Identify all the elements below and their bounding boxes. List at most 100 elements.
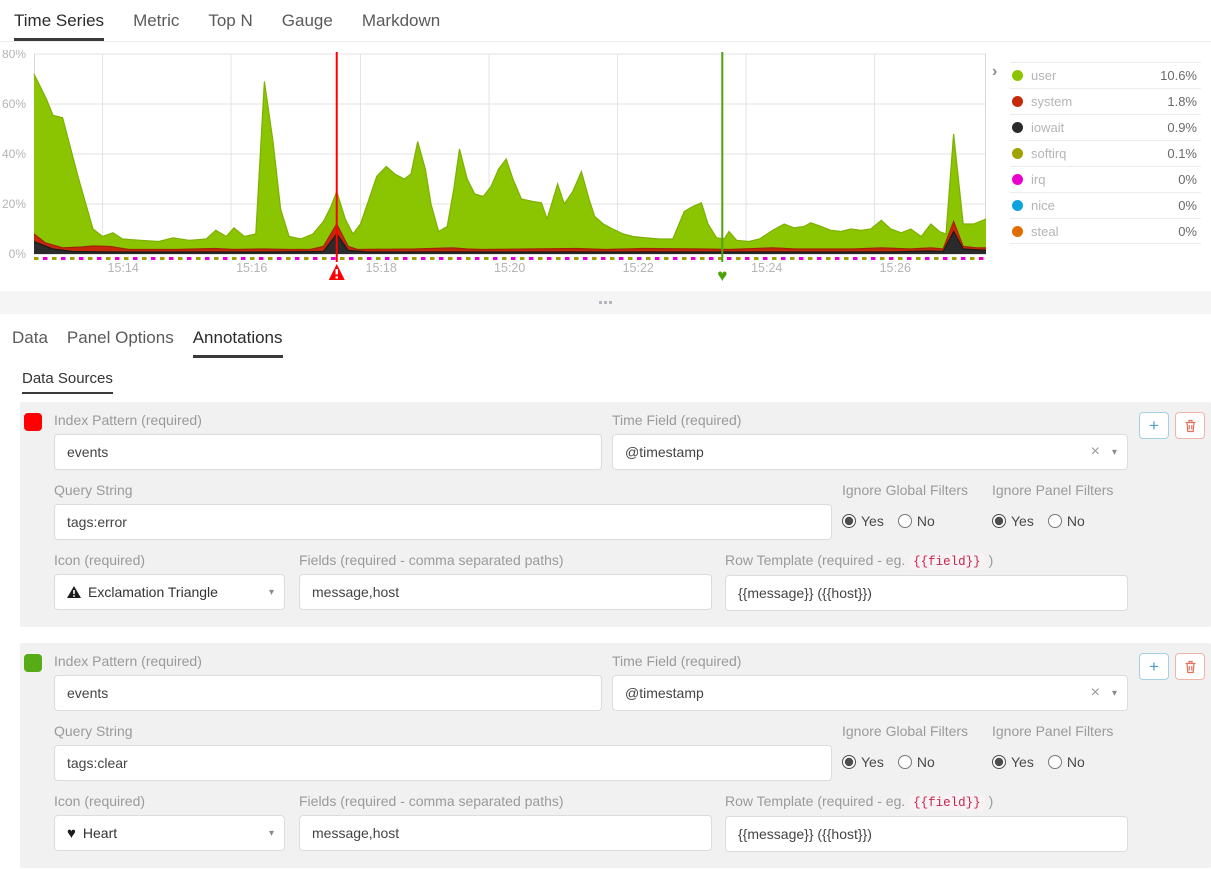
row-template-input[interactable] bbox=[725, 816, 1128, 852]
ignore-global-no-radio[interactable]: No bbox=[898, 513, 935, 529]
chevron-down-icon[interactable]: ▾ bbox=[1112, 688, 1117, 699]
series-value: 0% bbox=[1178, 198, 1201, 213]
index-pattern-label: Index Pattern (required) bbox=[54, 653, 602, 669]
tab-annotations[interactable]: Annotations bbox=[193, 328, 283, 358]
fields-label: Fields (required - comma separated paths… bbox=[299, 552, 712, 568]
row-template-code-sample: {{field}} bbox=[909, 795, 985, 811]
radio-label: Yes bbox=[1011, 754, 1034, 770]
svg-text:40%: 40% bbox=[2, 147, 26, 161]
legend-item-user[interactable]: user 10.6% bbox=[1010, 62, 1201, 88]
legend-item-irq[interactable]: irq 0% bbox=[1010, 166, 1201, 192]
legend-item-steal[interactable]: steal 0% bbox=[1010, 218, 1201, 244]
series-value: 0% bbox=[1178, 172, 1201, 187]
ignore-panel-no-radio[interactable]: No bbox=[1048, 754, 1085, 770]
time-field-label: Time Field (required) bbox=[612, 412, 1128, 428]
query-string-label: Query String bbox=[54, 723, 832, 739]
series-color-dot bbox=[1012, 122, 1023, 133]
index-pattern-label: Index Pattern (required) bbox=[54, 412, 602, 428]
series-name: iowait bbox=[1031, 120, 1064, 135]
ignore-global-yes-radio[interactable]: Yes bbox=[842, 754, 884, 770]
series-value: 1.8% bbox=[1167, 94, 1201, 109]
tab-data[interactable]: Data bbox=[12, 328, 48, 358]
heart-icon: ♥ bbox=[67, 826, 76, 841]
annotation-card-error: Index Pattern (required) Time Field (req… bbox=[20, 402, 1211, 627]
query-string-input[interactable] bbox=[54, 504, 832, 540]
query-string-input[interactable] bbox=[54, 745, 832, 781]
svg-text:15:14: 15:14 bbox=[108, 261, 139, 275]
annotation-color-swatch[interactable] bbox=[24, 413, 42, 431]
resize-handle-dots bbox=[604, 301, 607, 304]
series-name: user bbox=[1031, 68, 1056, 83]
clear-icon[interactable]: × bbox=[1091, 684, 1100, 702]
svg-text:15:24: 15:24 bbox=[751, 261, 782, 275]
icon-select[interactable]: ♥ Heart ▾ bbox=[54, 815, 285, 851]
legend-item-nice[interactable]: nice 0% bbox=[1010, 192, 1201, 218]
svg-text:♥: ♥ bbox=[717, 266, 727, 285]
annotations-subtabs: Data Sources bbox=[0, 358, 1211, 394]
legend-item-softirq[interactable]: softirq 0.1% bbox=[1010, 140, 1201, 166]
series-name: nice bbox=[1031, 198, 1055, 213]
chart-legend: › user 10.6% system 1.8% iowait 0.9% sof… bbox=[986, 50, 1211, 291]
chevron-down-icon[interactable]: ▾ bbox=[1112, 447, 1117, 458]
icon-select[interactable]: Exclamation Triangle ▾ bbox=[54, 574, 285, 610]
tsvb-area-chart[interactable]: 0%20%40%60%80%15:1415:1615:1815:2015:221… bbox=[0, 50, 986, 286]
legend-item-system[interactable]: system 1.8% bbox=[1010, 88, 1201, 114]
series-value: 10.6% bbox=[1160, 68, 1201, 83]
panel-config-tabs: Data Panel Options Annotations bbox=[0, 314, 1211, 358]
legend-item-iowait[interactable]: iowait 0.9% bbox=[1010, 114, 1201, 140]
tab-data-sources[interactable]: Data Sources bbox=[22, 370, 113, 394]
chevron-down-icon: ▾ bbox=[269, 828, 274, 839]
tab-gauge[interactable]: Gauge bbox=[282, 11, 333, 41]
ignore-panel-yes-radio[interactable]: Yes bbox=[992, 754, 1034, 770]
ignore-global-no-radio[interactable]: No bbox=[898, 754, 935, 770]
icon-label: Icon (required) bbox=[54, 552, 285, 568]
trash-icon bbox=[1184, 419, 1197, 433]
panel-resize-handle[interactable] bbox=[0, 291, 1211, 314]
time-field-value: @timestamp bbox=[625, 685, 1091, 701]
index-pattern-input[interactable] bbox=[54, 675, 602, 711]
tab-time-series[interactable]: Time Series bbox=[14, 11, 104, 41]
chevron-down-icon: ▾ bbox=[269, 587, 274, 598]
time-field-combobox[interactable]: @timestamp × ▾ bbox=[612, 675, 1128, 711]
svg-text:15:22: 15:22 bbox=[623, 261, 654, 275]
fields-label: Fields (required - comma separated paths… bbox=[299, 793, 712, 809]
row-template-input[interactable] bbox=[725, 575, 1128, 611]
time-field-label: Time Field (required) bbox=[612, 653, 1128, 669]
ignore-panel-yes-radio[interactable]: Yes bbox=[992, 513, 1034, 529]
ignore-panel-no-radio[interactable]: No bbox=[1048, 513, 1085, 529]
series-value: 0.1% bbox=[1167, 146, 1201, 161]
delete-annotation-button[interactable] bbox=[1175, 653, 1205, 680]
row-template-label-text: Row Template (required - eg. bbox=[725, 552, 909, 568]
series-name: steal bbox=[1031, 224, 1058, 239]
index-pattern-input[interactable] bbox=[54, 434, 602, 470]
series-name: softirq bbox=[1031, 146, 1066, 161]
ignore-global-yes-radio[interactable]: Yes bbox=[842, 513, 884, 529]
tab-markdown[interactable]: Markdown bbox=[362, 11, 440, 41]
series-value: 0% bbox=[1178, 224, 1201, 239]
tab-top-n[interactable]: Top N bbox=[208, 11, 252, 41]
fields-input[interactable] bbox=[299, 815, 712, 851]
delete-annotation-button[interactable] bbox=[1175, 412, 1205, 439]
time-field-combobox[interactable]: @timestamp × ▾ bbox=[612, 434, 1128, 470]
row-template-label-suffix: ) bbox=[985, 793, 994, 809]
radio-label: No bbox=[1067, 754, 1085, 770]
fields-input[interactable] bbox=[299, 574, 712, 610]
row-template-code-sample: {{field}} bbox=[909, 554, 985, 570]
svg-text:0%: 0% bbox=[9, 247, 27, 261]
time-series-chart-section: 0%20%40%60%80%15:1415:1615:1815:2015:221… bbox=[0, 42, 1211, 291]
series-value: 0.9% bbox=[1167, 120, 1201, 135]
row-template-label-text: Row Template (required - eg. bbox=[725, 793, 909, 809]
add-annotation-button[interactable]: + bbox=[1139, 653, 1169, 680]
annotation-color-swatch[interactable] bbox=[24, 654, 42, 672]
series-color-dot bbox=[1012, 96, 1023, 107]
tab-metric[interactable]: Metric bbox=[133, 11, 179, 41]
svg-text:15:16: 15:16 bbox=[236, 261, 267, 275]
ignore-global-filters-label: Ignore Global Filters bbox=[842, 482, 984, 498]
tab-panel-options[interactable]: Panel Options bbox=[67, 328, 174, 358]
series-name: system bbox=[1031, 94, 1072, 109]
clear-icon[interactable]: × bbox=[1091, 443, 1100, 461]
radio-label: No bbox=[917, 513, 935, 529]
legend-collapse-icon[interactable]: › bbox=[992, 64, 997, 80]
add-annotation-button[interactable]: + bbox=[1139, 412, 1169, 439]
exclamation-triangle-icon bbox=[67, 586, 81, 598]
